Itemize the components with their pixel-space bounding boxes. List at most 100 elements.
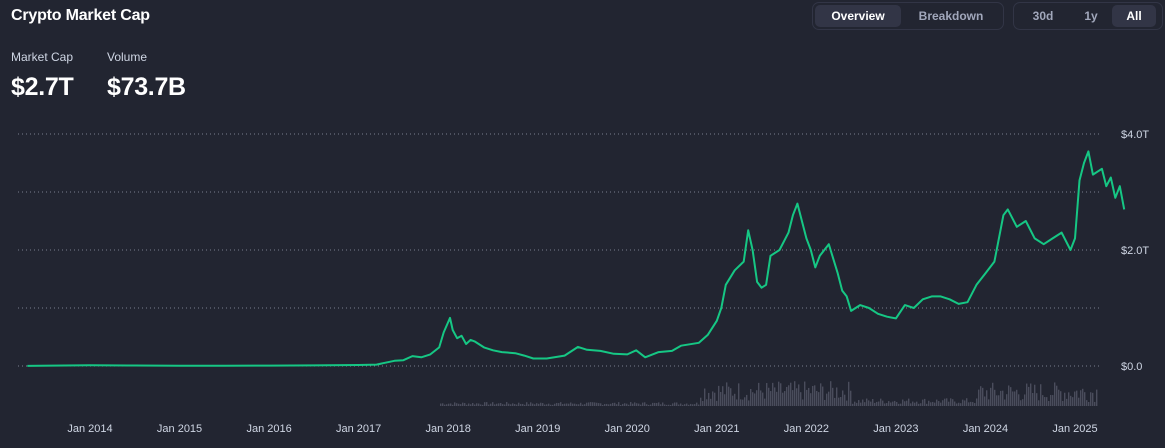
volume-bar xyxy=(916,401,918,406)
volume-bar xyxy=(480,404,482,406)
market-cap-chart[interactable]: $4.0T$2.0T$0.0 Jan 2014 Jan 2015 Jan 2016 J… xyxy=(0,0,1165,448)
volume-bar xyxy=(1052,395,1054,406)
volume-bar xyxy=(742,399,744,406)
volume-bar xyxy=(818,392,820,406)
volume-bar xyxy=(1054,382,1056,406)
volume-bar xyxy=(762,392,764,406)
volume-bar xyxy=(636,403,638,406)
volume-bar xyxy=(698,404,700,406)
volume-bar xyxy=(936,399,938,406)
volume-bar xyxy=(616,404,618,406)
volume-bar xyxy=(654,402,656,406)
volume-bar xyxy=(1082,388,1084,406)
volume-bar xyxy=(754,393,756,406)
x-tick-label: Jan 2021 xyxy=(694,423,739,435)
volume-bar xyxy=(788,385,790,406)
volume-bar xyxy=(1060,391,1062,406)
volume-bar xyxy=(1020,400,1022,406)
volume-bar xyxy=(486,402,488,406)
volume-bar xyxy=(860,402,862,406)
volume-bar xyxy=(596,402,598,406)
volume-bar xyxy=(732,395,734,406)
volume-bar xyxy=(1036,393,1038,406)
volume-bar xyxy=(714,392,716,406)
volume-bar xyxy=(492,402,494,406)
volume-bar xyxy=(782,392,784,406)
volume-bar xyxy=(844,394,846,406)
volume-bar xyxy=(802,399,804,406)
x-tick-label: Jan 2020 xyxy=(605,423,650,435)
volume-bar xyxy=(968,402,970,406)
volume-bar xyxy=(1092,392,1094,406)
volume-bar xyxy=(540,402,542,406)
volume-bar xyxy=(974,403,976,406)
volume-bar xyxy=(458,403,460,406)
volume-bar xyxy=(482,404,484,406)
volume-bar xyxy=(538,403,540,406)
volume-bar xyxy=(476,403,478,406)
volume-bar xyxy=(646,404,648,406)
volume-bar xyxy=(512,403,514,406)
volume-bar xyxy=(600,403,602,406)
volume-bar xyxy=(902,399,904,406)
volume-bar xyxy=(984,396,986,406)
volume-bar xyxy=(914,402,916,406)
volume-bar xyxy=(764,398,766,406)
volume-bar xyxy=(692,404,694,406)
volume-bar xyxy=(668,404,670,406)
volume-bar xyxy=(768,387,770,406)
volume-bar xyxy=(746,394,748,406)
volume-bar xyxy=(814,385,816,406)
volume-bar xyxy=(622,403,624,406)
volume-bar xyxy=(886,403,888,406)
volume-bar xyxy=(1094,401,1096,406)
volume-bar xyxy=(568,403,570,406)
volume-bar xyxy=(770,391,772,406)
volume-bar xyxy=(1064,392,1066,406)
volume-bar xyxy=(566,403,568,406)
volume-bar xyxy=(748,400,750,406)
volume-bar xyxy=(682,404,684,406)
volume-bar xyxy=(580,402,582,406)
volume-bar xyxy=(560,402,562,406)
volume-bar xyxy=(958,402,960,406)
volume-bar xyxy=(508,403,510,406)
volume-bar xyxy=(588,402,590,406)
volume-bar xyxy=(650,404,652,406)
volume-bar xyxy=(752,392,754,406)
volume-layer xyxy=(440,381,1098,406)
volume-bar xyxy=(910,403,912,406)
volume-bar xyxy=(1022,399,1024,406)
volume-bar xyxy=(608,404,610,406)
volume-bar xyxy=(450,403,452,406)
volume-bar xyxy=(750,388,752,406)
volume-bar xyxy=(662,402,664,406)
volume-bar xyxy=(472,402,474,406)
volume-bar xyxy=(704,388,706,406)
volume-bar xyxy=(738,383,740,406)
volume-bar xyxy=(1028,386,1030,406)
volume-bar xyxy=(1056,385,1058,406)
volume-bar xyxy=(884,403,886,406)
volume-bar xyxy=(506,402,508,406)
volume-bar xyxy=(1058,389,1060,406)
volume-bar xyxy=(564,403,566,406)
volume-bar xyxy=(700,397,702,406)
volume-bar xyxy=(494,404,496,406)
volume-bar xyxy=(994,389,996,406)
volume-bar xyxy=(1070,395,1072,406)
volume-bar xyxy=(990,387,992,406)
volume-bar xyxy=(534,404,536,406)
volume-bar xyxy=(674,402,676,406)
volume-bar xyxy=(624,403,626,406)
volume-bar xyxy=(796,388,798,406)
volume-bar xyxy=(870,401,872,406)
volume-bar xyxy=(710,398,712,406)
volume-bar xyxy=(774,387,776,406)
volume-bar xyxy=(526,402,528,406)
volume-bar xyxy=(532,403,534,406)
volume-bar xyxy=(966,398,968,406)
volume-bar xyxy=(808,387,810,406)
volume-bar xyxy=(1024,394,1026,406)
volume-bar xyxy=(1086,400,1088,406)
